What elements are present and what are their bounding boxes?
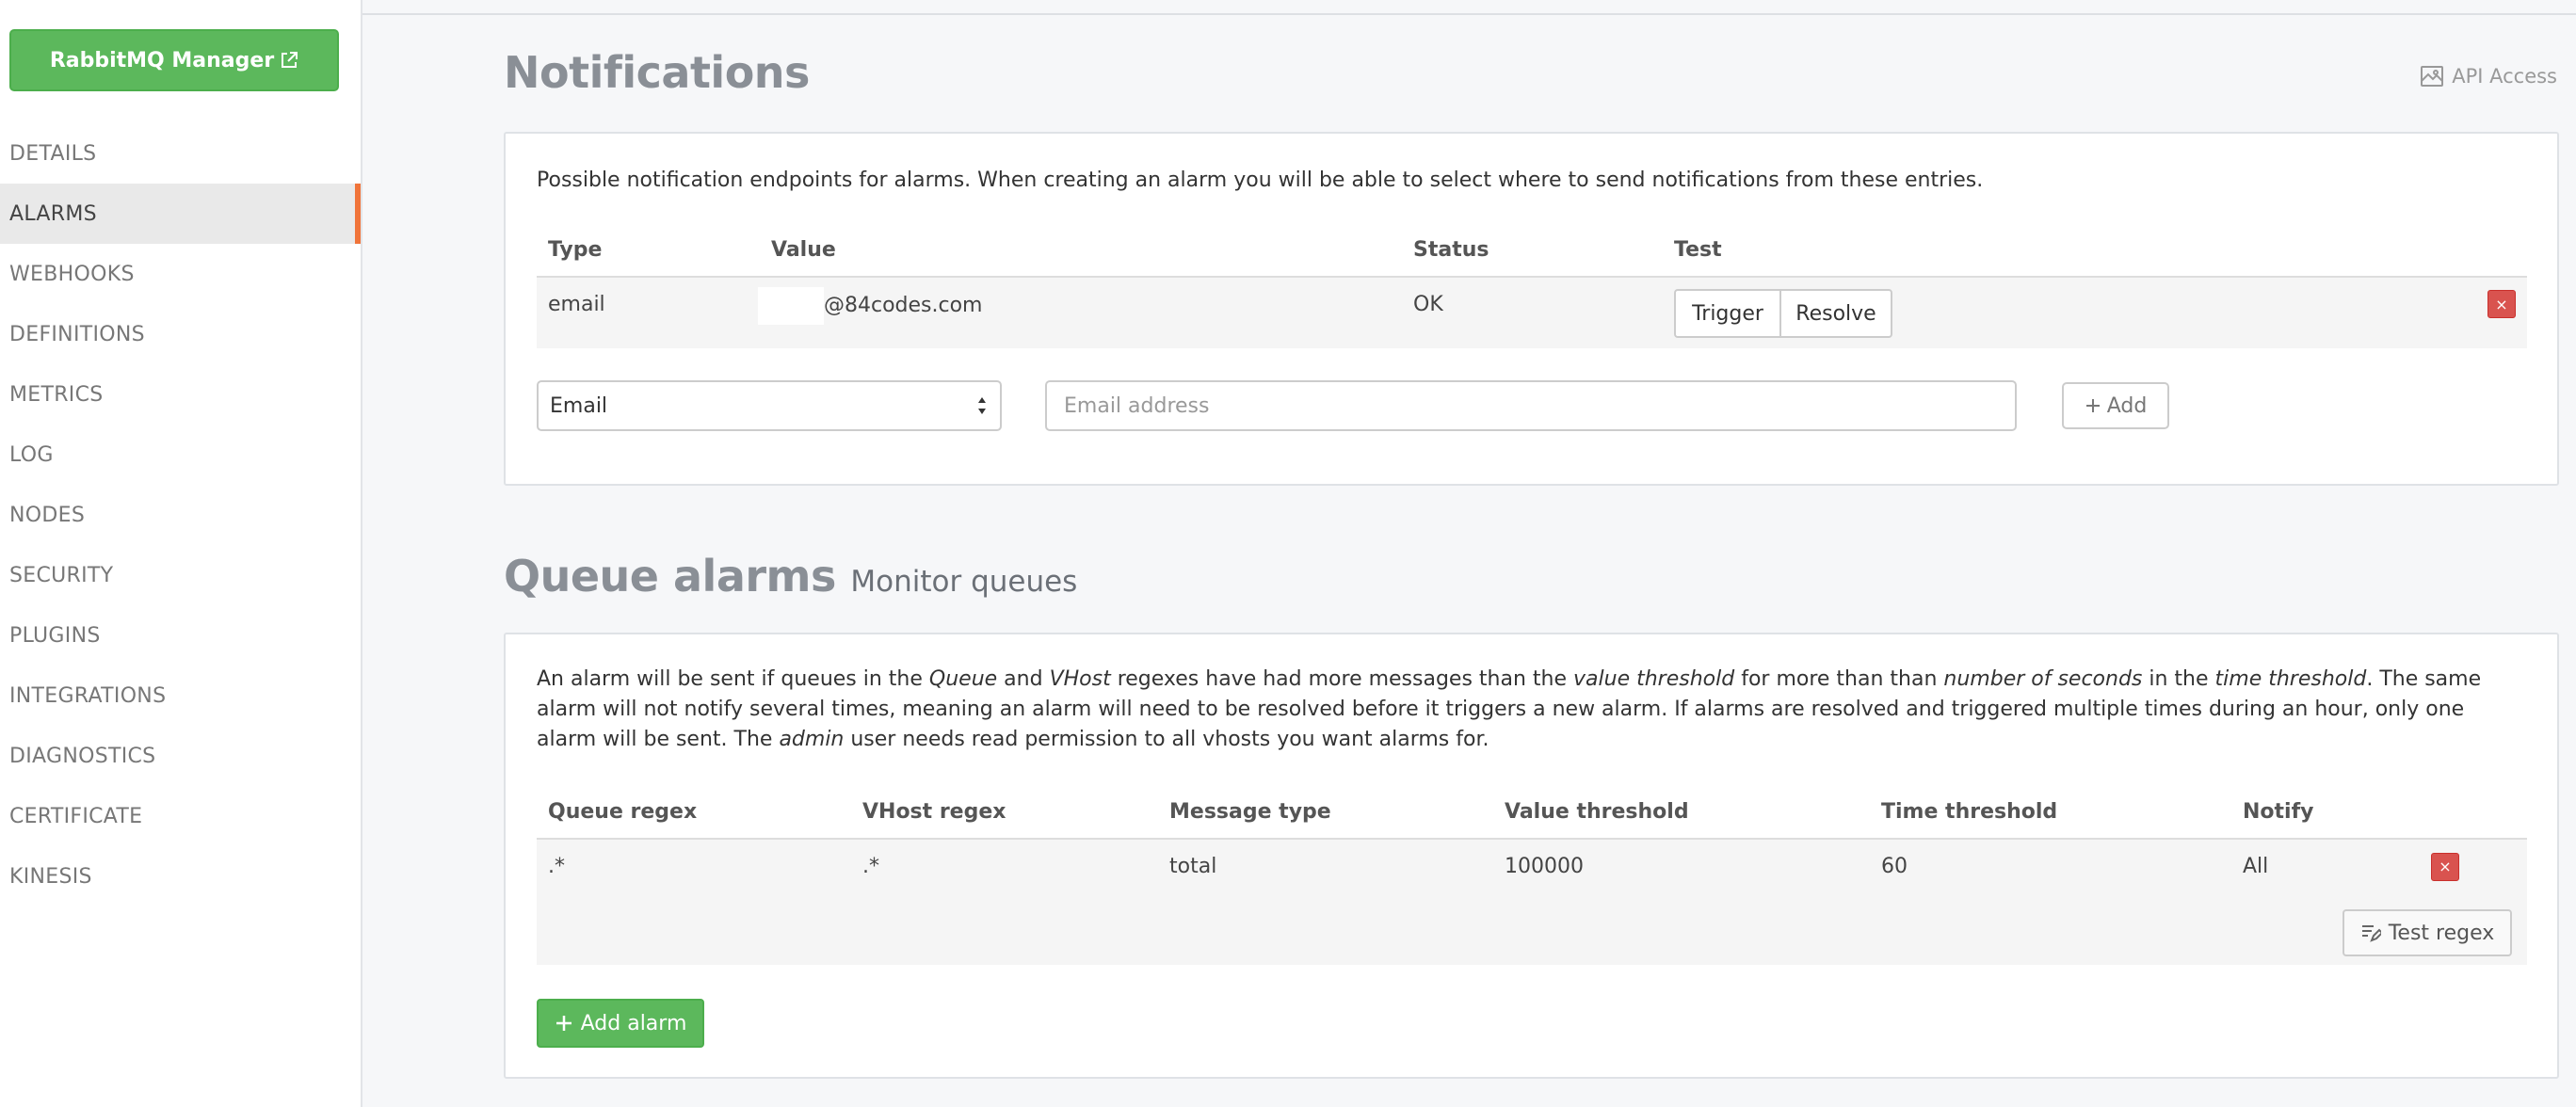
redacted-block [758, 287, 824, 325]
test-regex-label: Test regex [2388, 921, 2495, 945]
plus-icon [2085, 399, 2100, 412]
cell-message-type: total [1158, 839, 1493, 893]
desc-text: and [997, 667, 1050, 691]
cell-test: Trigger Resolve [1663, 277, 2472, 348]
table-row: .* .* total 100000 60 All × [537, 839, 2527, 893]
rabbitmq-manager-button[interactable]: RabbitMQ Manager [9, 29, 339, 91]
notifications-title: Notifications [504, 47, 810, 98]
col-queue-regex: Queue regex [537, 786, 851, 840]
desc-text: for more than than [1734, 667, 1944, 691]
sidebar-item-metrics[interactable]: METRICS [0, 364, 361, 425]
desc-emphasis: value threshold [1573, 667, 1735, 691]
col-vhost-regex: VHost regex [851, 786, 1158, 840]
add-alarm-button[interactable]: Add alarm [537, 999, 704, 1048]
desc-text: regexes have had more messages than the [1110, 667, 1574, 691]
external-link-icon [282, 52, 298, 68]
delete-alarm-button[interactable]: × [2431, 852, 2459, 881]
queue-alarms-description: An alarm will be sent if queues in the Q… [537, 665, 2527, 755]
col-value: Value [760, 224, 1402, 278]
sidebar-item-security[interactable]: SECURITY [0, 545, 361, 605]
sidebar-item-definitions[interactable]: DEFINITIONS [0, 304, 361, 364]
add-alarm-label: Add alarm [580, 1011, 687, 1035]
add-notification-button[interactable]: Add [2062, 382, 2169, 429]
sidebar-item-details[interactable]: DETAILS [0, 123, 361, 184]
cell-queue-regex: .* [537, 839, 851, 893]
desc-emphasis: Queue [928, 667, 998, 691]
rabbitmq-manager-label: RabbitMQ Manager [49, 48, 275, 72]
notification-type-value: Email [550, 393, 608, 418]
sidebar-item-alarms[interactable]: ALARMS [0, 184, 361, 244]
cell-value: @84codes.com [758, 277, 1402, 348]
cell-value-threshold: 100000 [1493, 839, 1870, 893]
notification-type-select[interactable]: Email [537, 380, 1002, 431]
desc-text: An alarm will be sent if queues in the [537, 667, 929, 691]
sidebar-item-log[interactable]: LOG [0, 425, 361, 485]
table-row: email @84codes.com OK Trigger Resolve × [537, 277, 2527, 348]
sidebar-nav: DETAILS ALARMS WEBHOOKS DEFINITIONS METR… [0, 123, 361, 906]
cell-delete: × [2420, 839, 2527, 893]
email-address-input[interactable] [1045, 380, 2017, 431]
desc-text: in the [2142, 667, 2215, 691]
notifications-panel: Possible notification endpoints for alar… [504, 132, 2559, 486]
sidebar-item-webhooks[interactable]: WEBHOOKS [0, 244, 361, 304]
notifications-table: Type Value Status Test email @84codes.co… [537, 224, 2527, 348]
desc-text: user needs read permission to all vhosts… [844, 728, 1489, 751]
api-access-label: API Access [2452, 65, 2557, 88]
sidebar-item-nodes[interactable]: NODES [0, 485, 361, 545]
queue-alarms-table: Queue regex VHost regex Message type Val… [537, 786, 2527, 893]
test-regex-button[interactable]: Test regex [2343, 909, 2512, 956]
cell-status: OK [1402, 277, 1663, 348]
col-time-threshold: Time threshold [1870, 786, 2231, 840]
col-notify: Notify [2231, 786, 2420, 840]
desc-emphasis: time threshold [2214, 667, 2367, 691]
sidebar-item-plugins[interactable]: PLUGINS [0, 605, 361, 666]
col-test: Test [1663, 224, 2472, 278]
col-message-type: Message type [1158, 786, 1493, 840]
sidebar: RabbitMQ Manager DETAILS ALARMS WEBHOOKS… [0, 0, 362, 1107]
queue-alarms-title: Queue alarms Monitor queues [504, 551, 1077, 602]
trigger-button[interactable]: Trigger [1674, 289, 1781, 338]
desc-emphasis: number of seconds [1943, 667, 2143, 691]
api-access-link[interactable]: API Access [2420, 64, 2557, 88]
cell-vhost-regex: .* [851, 839, 1158, 893]
test-regex-row [537, 893, 2527, 965]
cell-notify: All [2231, 839, 2420, 893]
col-actions [2420, 786, 2527, 840]
sidebar-item-certificate[interactable]: CERTIFICATE [0, 786, 361, 846]
cell-value-text: @84codes.com [824, 294, 983, 317]
queue-alarms-subtitle: Monitor queues [850, 565, 1078, 599]
resolve-button[interactable]: Resolve [1779, 289, 1892, 338]
cell-time-threshold: 60 [1870, 839, 2231, 893]
col-value-threshold: Value threshold [1493, 786, 1870, 840]
desc-emphasis: VHost [1049, 667, 1111, 691]
sidebar-item-integrations[interactable]: INTEGRATIONS [0, 666, 361, 726]
cell-delete: × [2472, 277, 2527, 348]
queue-alarms-panel: An alarm will be sent if queues in the Q… [504, 633, 2559, 1079]
select-arrows-icon [978, 397, 986, 414]
col-status: Status [1402, 224, 1663, 278]
add-notification-label: Add [2106, 393, 2148, 418]
plus-icon [555, 1016, 572, 1031]
edit-list-icon [2361, 925, 2381, 942]
cell-type: email [537, 277, 760, 348]
notifications-description: Possible notification endpoints for alar… [537, 168, 1984, 192]
desc-emphasis: admin [779, 728, 845, 751]
sidebar-item-diagnostics[interactable]: DIAGNOSTICS [0, 726, 361, 786]
col-actions [2472, 224, 2527, 278]
delete-notification-button[interactable]: × [2487, 290, 2516, 318]
top-divider [362, 13, 2576, 15]
api-image-icon [2421, 66, 2444, 87]
notifications-title-text: Notifications [504, 47, 810, 98]
sidebar-item-kinesis[interactable]: KINESIS [0, 846, 361, 906]
queue-alarms-title-text: Queue alarms [504, 551, 836, 602]
col-type: Type [537, 224, 760, 278]
